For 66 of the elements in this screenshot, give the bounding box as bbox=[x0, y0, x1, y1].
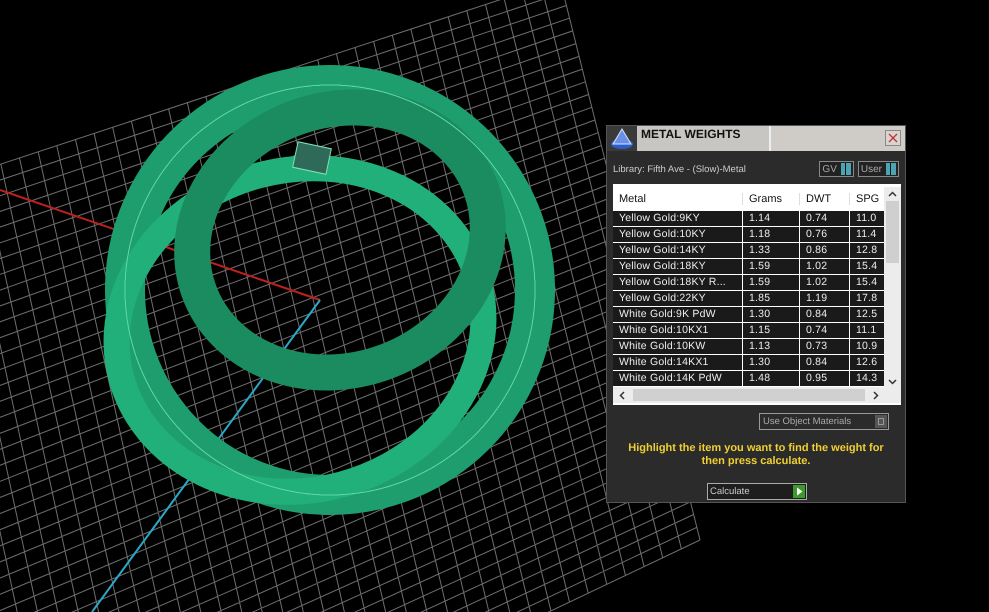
table-cell: 0.86 bbox=[799, 243, 849, 258]
table-cell: 1.19 bbox=[799, 291, 849, 306]
scroll-thumb[interactable] bbox=[633, 389, 865, 401]
table-row[interactable]: White Gold:14KX1 1.30 0.84 12.6 bbox=[613, 355, 884, 371]
table-cell: 1.33 bbox=[742, 243, 799, 258]
column-header[interactable]: Metal bbox=[613, 193, 742, 205]
window-title: METAL WEIGHTS bbox=[637, 126, 771, 151]
table-cell-text: White Gold:14K PdW bbox=[618, 371, 723, 386]
table-row[interactable]: White Gold:14K PdW 1.48 0.95 14.3 bbox=[613, 371, 884, 387]
calculate-button[interactable]: Calculate bbox=[707, 483, 807, 500]
instruction-text: Highlight the item you want to find the weight for then press calculate. bbox=[627, 442, 885, 468]
vertical-scrollbar[interactable] bbox=[884, 187, 901, 387]
table-cell: 0.76 bbox=[799, 227, 849, 242]
column-header[interactable]: DWT bbox=[799, 193, 849, 205]
table-row[interactable]: Yellow Gold:14KY 1.33 0.86 12.8 bbox=[613, 243, 884, 259]
table-cell: 1.30 bbox=[742, 355, 799, 370]
table-row[interactable]: Yellow Gold:18KY 1.59 1.02 15.4 bbox=[613, 259, 884, 275]
library-label: Library: Fifth Ave - (Slow)-Metal bbox=[613, 164, 746, 174]
table-cell-text: White Gold:10KW bbox=[618, 339, 706, 354]
table-cell-text: White Gold:14KX1 bbox=[618, 355, 710, 370]
use-object-materials-toggle[interactable]: Use Object Materials bbox=[759, 413, 889, 430]
table-cell: 1.59 bbox=[742, 259, 799, 274]
chevron-left-icon bbox=[619, 390, 625, 400]
table-cell: 1.48 bbox=[742, 371, 799, 386]
horizontal-scrollbar[interactable] bbox=[613, 387, 901, 403]
play-icon bbox=[796, 487, 802, 496]
table-cell: 1.18 bbox=[742, 227, 799, 242]
table-cell: 0.84 bbox=[799, 307, 849, 322]
table-row[interactable]: White Gold:10KX1 1.15 0.74 11.1 bbox=[613, 323, 884, 339]
scroll-thumb[interactable] bbox=[886, 201, 899, 263]
table-cell: 1.85 bbox=[742, 291, 799, 306]
table-row[interactable]: White Gold:9K PdW 1.30 0.84 12.5 bbox=[613, 307, 884, 323]
chevron-right-icon bbox=[873, 390, 879, 400]
table-cell: 1.02 bbox=[799, 275, 849, 290]
table-cell-text: Yellow Gold:18KY bbox=[618, 259, 707, 274]
table-cell-text: White Gold:10KX1 bbox=[618, 323, 710, 338]
table-row[interactable]: Yellow Gold:9KY 1.14 0.74 11.0 bbox=[613, 211, 884, 227]
chevron-up-icon bbox=[888, 191, 897, 197]
table-cell-text: Yellow Gold:10KY bbox=[618, 227, 707, 242]
table-cell: 1.14 bbox=[742, 211, 799, 226]
table-cell: 1.02 bbox=[799, 259, 849, 274]
table-cell-text: Yellow Gold:22KY bbox=[618, 291, 707, 306]
table-cell: 0.74 bbox=[799, 323, 849, 338]
table-cell: 0.84 bbox=[799, 355, 849, 370]
table-cell-text: Yellow Gold:18KY R... bbox=[618, 275, 727, 290]
table-cell: 0.74 bbox=[799, 211, 849, 226]
table-cell: 1.15 bbox=[742, 323, 799, 338]
table-row[interactable]: Yellow Gold:10KY 1.18 0.76 11.4 bbox=[613, 227, 884, 243]
close-button[interactable] bbox=[885, 130, 901, 146]
close-icon bbox=[888, 133, 898, 143]
table-cell: 1.30 bbox=[742, 307, 799, 322]
table-cell: 0.95 bbox=[799, 371, 849, 386]
table-cell-text: Yellow Gold:14KY bbox=[618, 243, 707, 258]
chevron-down-icon bbox=[888, 379, 897, 385]
table-row[interactable]: Yellow Gold:18KY R... 1.59 1.02 15.4 bbox=[613, 275, 884, 291]
toggle-switch[interactable]: GV bbox=[819, 161, 854, 177]
table-cell: 1.59 bbox=[742, 275, 799, 290]
toggle-switch[interactable]: User bbox=[858, 161, 899, 177]
table-row[interactable]: White Gold:10KW 1.13 0.73 10.9 bbox=[613, 339, 884, 355]
pyramid-logo-icon bbox=[609, 126, 635, 150]
table-cell-text: White Gold:9K PdW bbox=[618, 307, 717, 322]
table-cell: 0.73 bbox=[799, 339, 849, 354]
table-cell-text: Yellow Gold:9KY bbox=[618, 211, 701, 226]
table-row[interactable]: Yellow Gold:22KY 1.85 1.19 17.8 bbox=[613, 291, 884, 307]
column-header[interactable]: Grams bbox=[742, 193, 799, 205]
table-cell: 1.13 bbox=[742, 339, 799, 354]
